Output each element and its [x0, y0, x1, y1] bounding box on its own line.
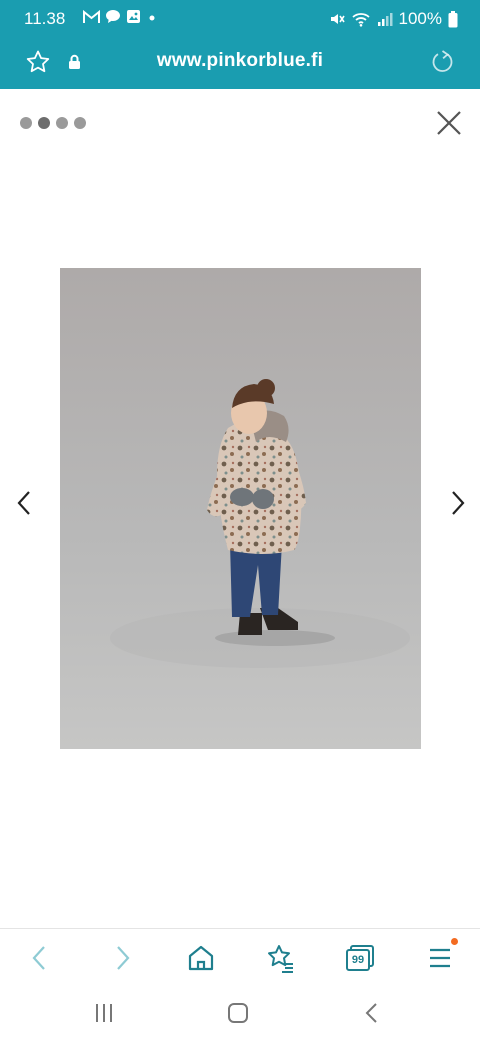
child-photo: [60, 268, 421, 749]
forward-icon[interactable]: [107, 943, 137, 973]
tabs-button[interactable]: 99: [345, 943, 377, 973]
system-back-icon[interactable]: [360, 1000, 386, 1026]
bookmarks-icon[interactable]: [266, 943, 296, 973]
battery-icon: [448, 10, 458, 27]
browser-bottom-bar: 99: [0, 928, 480, 987]
gallery-pagination: [20, 117, 86, 129]
close-icon[interactable]: [434, 108, 464, 138]
gallery-icon: [127, 10, 140, 23]
menu-icon[interactable]: [425, 943, 455, 973]
tabs-count: 99: [351, 954, 365, 966]
signal-icon: [377, 13, 393, 26]
reload-icon[interactable]: [431, 49, 455, 75]
recent-apps-icon[interactable]: [91, 1000, 117, 1026]
battery-level: 100%: [398, 9, 442, 28]
chat-icon: [106, 10, 120, 23]
back-icon[interactable]: [25, 943, 55, 973]
status-bar: 11.38 100%: [0, 0, 480, 38]
mute-icon: [330, 14, 345, 24]
home-icon[interactable]: [186, 943, 216, 973]
pagination-dot[interactable]: [56, 117, 68, 129]
home-button-icon[interactable]: [225, 1000, 251, 1026]
pagination-dot[interactable]: [74, 117, 86, 129]
dot-icon: [149, 15, 155, 20]
product-image[interactable]: [60, 268, 421, 749]
notification-dot: [451, 938, 458, 945]
url-bar: www.pinkorblue.fi: [0, 40, 480, 84]
browser-top-bar: 11.38 100% www.pinkorblue.fi: [0, 0, 480, 89]
system-navigation-bar: [0, 986, 480, 1040]
pagination-dot[interactable]: [20, 117, 32, 129]
status-system-icons: 100%: [329, 9, 458, 29]
gmail-icon: [83, 9, 100, 23]
wifi-icon: [351, 13, 370, 27]
pagination-dot-active[interactable]: [38, 117, 50, 129]
status-time: 11.38: [24, 9, 66, 28]
previous-image-icon[interactable]: [12, 488, 36, 518]
url-text[interactable]: www.pinkorblue.fi: [0, 50, 480, 72]
next-image-icon[interactable]: [446, 488, 470, 518]
status-notifications: [83, 9, 158, 24]
